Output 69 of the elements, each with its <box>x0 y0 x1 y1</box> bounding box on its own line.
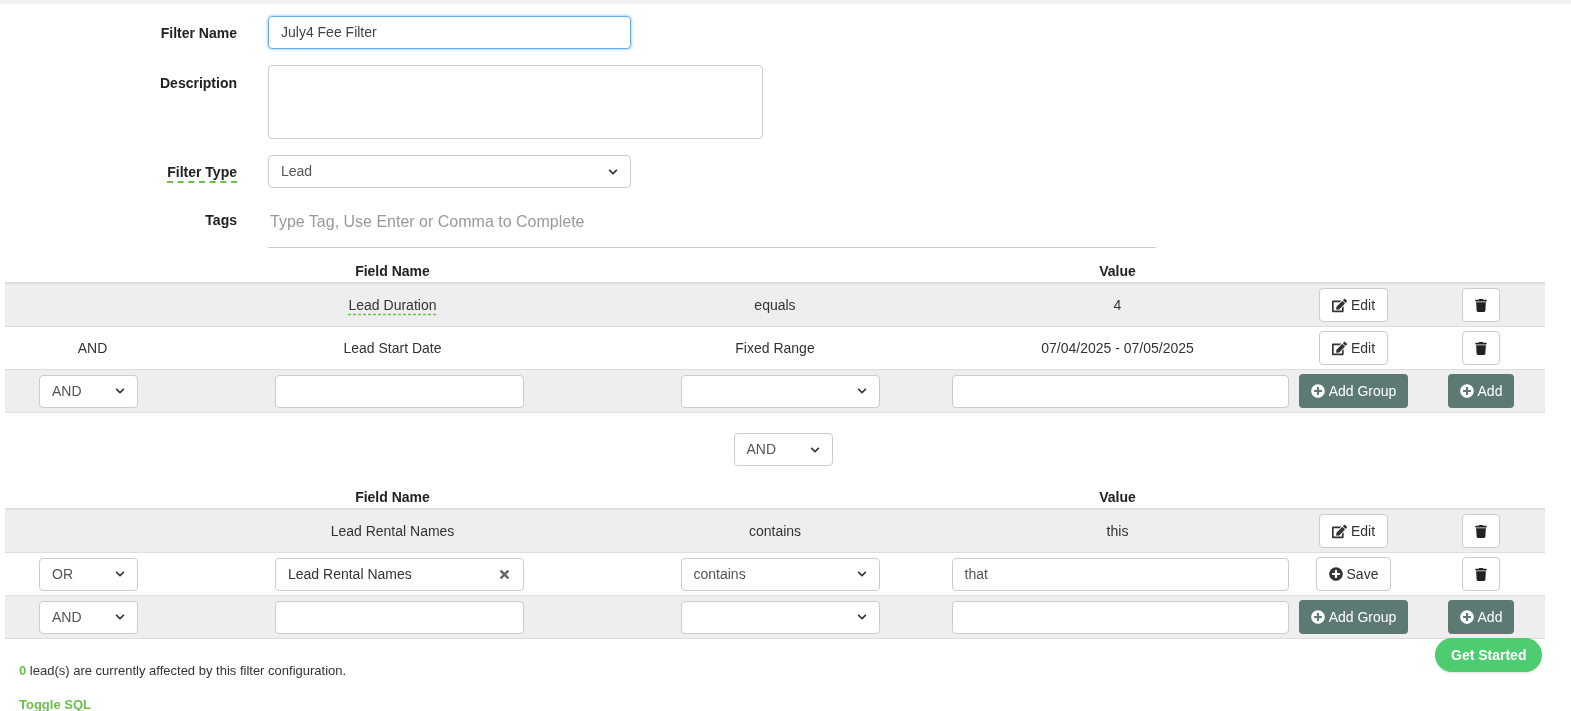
chevron-icon <box>856 612 867 622</box>
add-button[interactable]: Add <box>1447 600 1515 634</box>
plus-icon <box>1459 384 1474 398</box>
chevron-icon <box>856 569 867 579</box>
value-input[interactable] <box>951 600 1289 634</box>
column-header: Value <box>1099 261 1136 281</box>
connector-select[interactable]: AND <box>39 374 138 408</box>
field-name-input[interactable] <box>275 374 524 408</box>
clear-icon[interactable] <box>498 567 511 581</box>
connector-text: AND <box>77 338 108 358</box>
value-text: 07/04/2025 - 07/05/2025 <box>1041 338 1194 358</box>
edit-icon <box>1331 297 1347 313</box>
group-connector-select[interactable]: AND <box>733 433 833 466</box>
field-label: Filter Type <box>167 163 237 183</box>
column-header: Value <box>1099 487 1136 507</box>
value-text: 4 <box>1113 295 1122 315</box>
field-label: Filter Name <box>160 24 237 43</box>
field-name-text: Lead Duration <box>348 295 437 315</box>
field-label: Tags <box>205 212 237 230</box>
value-input[interactable] <box>951 374 1289 408</box>
delete-button[interactable] <box>1462 557 1500 591</box>
add-group-button[interactable]: Add Group <box>1298 374 1409 408</box>
filter-type-select[interactable]: Lead <box>268 155 631 188</box>
plus-icon <box>1459 610 1474 624</box>
column-header: Field Name <box>355 487 430 507</box>
delete-button[interactable] <box>1462 288 1500 322</box>
value-text: this <box>1106 521 1129 541</box>
edit-button[interactable]: Edit <box>1318 514 1389 548</box>
chevron-icon <box>115 612 125 622</box>
chevron-icon <box>809 444 820 455</box>
description-textarea[interactable] <box>268 65 763 139</box>
column-header: Field Name <box>355 261 430 281</box>
operator-text: contains <box>748 521 802 541</box>
edit-button[interactable]: Edit <box>1318 331 1389 365</box>
trash-icon <box>1475 341 1487 355</box>
plus-icon <box>1310 610 1325 624</box>
field-name-text: Lead Rental Names <box>330 521 455 541</box>
connector-select[interactable]: AND <box>39 600 138 634</box>
operator-select[interactable] <box>680 374 880 408</box>
field-name-text: Lead Start Date <box>343 338 442 358</box>
plus-icon <box>1310 384 1325 398</box>
add-button[interactable]: Add <box>1447 374 1515 408</box>
edit-icon <box>1331 340 1347 356</box>
operator-text: Fixed Range <box>735 338 815 358</box>
delete-button[interactable] <box>1462 331 1500 365</box>
chevron-icon <box>608 166 618 177</box>
operator-select[interactable] <box>680 600 880 634</box>
trash-icon <box>1475 567 1487 581</box>
field-name-input[interactable]: Lead Rental Names <box>275 557 524 591</box>
plus-icon <box>1328 567 1343 581</box>
field-name-input[interactable] <box>275 600 524 634</box>
edit-button[interactable]: Edit <box>1318 288 1389 322</box>
chevron-icon <box>115 569 125 579</box>
delete-button[interactable] <box>1462 514 1500 548</box>
trash-icon <box>1475 298 1487 312</box>
chevron-icon <box>856 386 867 396</box>
field-label: Description <box>160 75 237 93</box>
operator-text: equals <box>754 295 796 315</box>
chevron-icon <box>115 386 125 396</box>
save-button[interactable]: Save <box>1315 557 1392 591</box>
affected-count-text: 0 lead(s) are currently affected by this filter configuration. <box>19 662 348 680</box>
tags-input[interactable]: Type Tag, Use Enter or Comma to Complete <box>268 208 1156 248</box>
add-group-button[interactable]: Add Group <box>1298 600 1409 634</box>
filter-name-input[interactable]: July4 Fee Filter <box>268 16 631 49</box>
operator-select[interactable]: contains <box>680 557 880 591</box>
connector-select[interactable]: OR <box>39 557 138 591</box>
edit-icon <box>1331 523 1347 539</box>
trash-icon <box>1475 524 1487 538</box>
value-input[interactable]: that <box>951 557 1289 591</box>
